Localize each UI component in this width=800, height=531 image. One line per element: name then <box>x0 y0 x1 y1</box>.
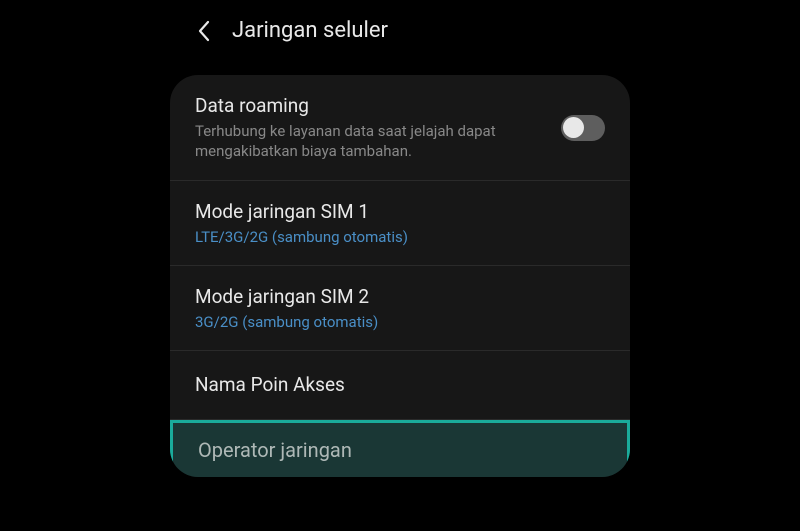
toggle-knob <box>563 117 584 138</box>
sim2-mode-title: Mode jaringan SIM 2 <box>195 285 605 310</box>
sim2-mode-text: Mode jaringan SIM 2 3G/2G (sambung otoma… <box>195 285 605 331</box>
header: Jaringan seluler <box>0 0 800 61</box>
data-roaming-item[interactable]: Data roaming Terhubung ke layanan data s… <box>170 75 630 181</box>
page-title: Jaringan seluler <box>232 18 388 43</box>
back-icon[interactable] <box>194 21 214 41</box>
operator-item[interactable]: Operator jaringan <box>170 420 630 477</box>
apn-text: Nama Poin Akses <box>195 373 605 398</box>
sim2-mode-value: 3G/2G (sambung otomatis) <box>195 313 605 331</box>
data-roaming-toggle[interactable] <box>561 115 605 141</box>
settings-panel: Data roaming Terhubung ke layanan data s… <box>170 75 630 477</box>
operator-title: Operator jaringan <box>198 437 602 463</box>
data-roaming-text: Data roaming Terhubung ke layanan data s… <box>195 94 541 161</box>
sim1-mode-value: LTE/3G/2G (sambung otomatis) <box>195 228 605 246</box>
settings-screen: Jaringan seluler Data roaming Terhubung … <box>0 0 800 531</box>
operator-text: Operator jaringan <box>198 437 602 463</box>
sim1-mode-text: Mode jaringan SIM 1 LTE/3G/2G (sambung o… <box>195 200 605 246</box>
data-roaming-title: Data roaming <box>195 94 541 119</box>
apn-item[interactable]: Nama Poin Akses <box>170 351 630 421</box>
apn-title: Nama Poin Akses <box>195 373 605 398</box>
sim1-mode-item[interactable]: Mode jaringan SIM 1 LTE/3G/2G (sambung o… <box>170 181 630 266</box>
sim1-mode-title: Mode jaringan SIM 1 <box>195 200 605 225</box>
sim2-mode-item[interactable]: Mode jaringan SIM 2 3G/2G (sambung otoma… <box>170 266 630 351</box>
data-roaming-subtitle: Terhubung ke layanan data saat jelajah d… <box>195 121 541 162</box>
